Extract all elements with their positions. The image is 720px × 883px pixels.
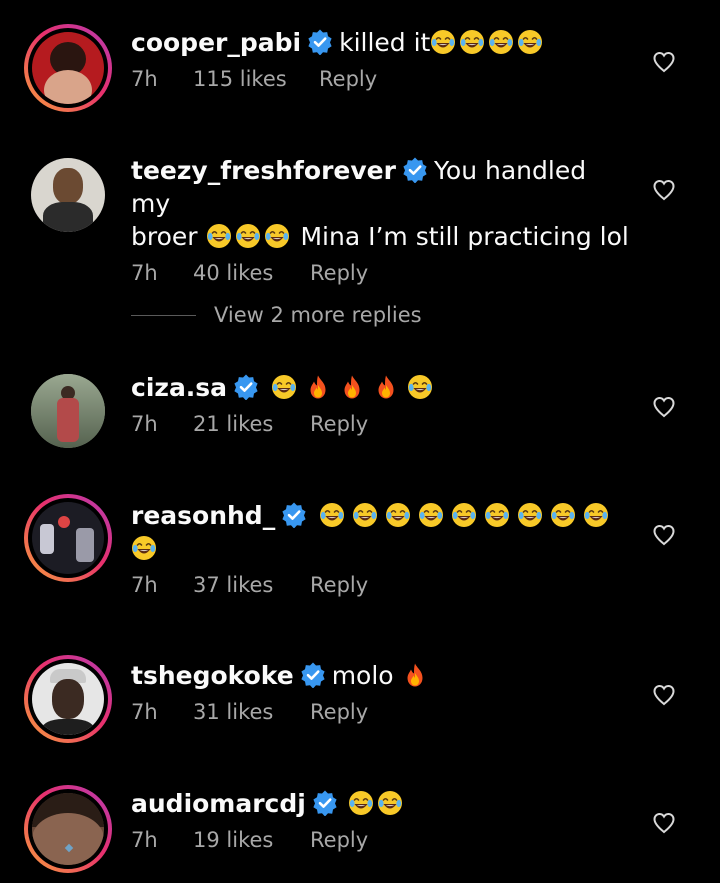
comment-meta: 7h 31 likes Reply	[131, 700, 631, 730]
face-tears-of-joy-emoji-icon	[407, 374, 433, 400]
face-tears-of-joy-emoji-icon	[319, 502, 345, 528]
comment-meta: 7h 19 likes Reply	[131, 828, 631, 858]
avatar-teezy-freshforever[interactable]	[31, 158, 105, 232]
face-tears-of-joy-emoji-icon	[131, 535, 157, 561]
reply-button[interactable]: Reply	[310, 700, 368, 724]
comment-text: tshegokoke molo	[131, 659, 631, 692]
reply-button[interactable]: Reply	[310, 261, 368, 285]
reply-button[interactable]: Reply	[310, 412, 368, 436]
avatar-audiomarcdj[interactable]	[24, 785, 112, 873]
comment-time: 7h	[131, 412, 158, 436]
comment-body-lead: broer	[131, 222, 198, 251]
comment-body-tail: Mina I’m still practicing lol	[300, 222, 629, 251]
comment-body: killed it	[339, 28, 431, 57]
verified-badge-icon	[300, 662, 326, 688]
avatar-tshegokoke[interactable]	[24, 655, 112, 743]
comment-text: reasonhd_	[131, 499, 631, 565]
likes-count[interactable]: 19 likes	[193, 828, 310, 852]
comment-time: 7h	[131, 67, 158, 91]
reply-button[interactable]: Reply	[310, 573, 368, 597]
likes-count[interactable]: 21 likes	[193, 412, 310, 436]
likes-count[interactable]: 115 likes	[193, 67, 319, 91]
verified-badge-icon	[402, 157, 428, 183]
reply-button[interactable]: Reply	[310, 828, 368, 852]
username-link[interactable]: ciza.sa	[131, 373, 227, 402]
face-tears-of-joy-emoji-icon	[377, 790, 403, 816]
username-link[interactable]: reasonhd_	[131, 501, 275, 530]
face-tears-of-joy-emoji-icon	[271, 374, 297, 400]
verified-badge-icon	[233, 374, 259, 400]
face-tears-of-joy-emoji-icon	[459, 29, 485, 55]
likes-count[interactable]: 37 likes	[193, 573, 310, 597]
face-tears-of-joy-emoji-icon	[484, 502, 510, 528]
face-tears-of-joy-emoji-icon	[451, 502, 477, 528]
comment-text: cooper_pabi killed it	[131, 26, 631, 59]
avatar-cooper-pabi[interactable]	[24, 24, 112, 112]
comment-meta: 7h 21 likes Reply	[131, 412, 631, 442]
username-link[interactable]: tshegokoke	[131, 661, 294, 690]
face-tears-of-joy-emoji-icon	[418, 502, 444, 528]
comment-text: ciza.sa	[131, 371, 631, 404]
like-heart-icon[interactable]	[652, 811, 676, 835]
face-tears-of-joy-emoji-icon	[235, 223, 261, 249]
comment-text: teezy_freshforever You handled my broer M…	[131, 154, 631, 253]
like-heart-icon[interactable]	[652, 395, 676, 419]
view-more-replies[interactable]: View 2 more replies	[131, 300, 422, 330]
face-tears-of-joy-emoji-icon	[517, 502, 543, 528]
like-heart-icon[interactable]	[652, 178, 676, 202]
divider	[131, 314, 196, 316]
reply-button[interactable]: Reply	[319, 67, 377, 91]
face-tears-of-joy-emoji-icon	[264, 223, 290, 249]
verified-badge-icon	[307, 29, 333, 55]
face-tears-of-joy-emoji-icon	[206, 223, 232, 249]
face-tears-of-joy-emoji-icon	[583, 502, 609, 528]
verified-badge-icon	[281, 502, 307, 528]
comment-meta: 7h 115 likes Reply	[131, 67, 631, 97]
face-tears-of-joy-emoji-icon	[430, 29, 456, 55]
face-tears-of-joy-emoji-icon	[352, 502, 378, 528]
face-tears-of-joy-emoji-icon	[385, 502, 411, 528]
comment-time: 7h	[131, 573, 158, 597]
like-heart-icon[interactable]	[652, 50, 676, 74]
fire-emoji-icon	[339, 374, 365, 400]
avatar-ciza-sa[interactable]	[31, 374, 105, 448]
fire-emoji-icon	[402, 662, 428, 688]
like-heart-icon[interactable]	[652, 683, 676, 707]
comment-text: audiomarcdj	[131, 787, 631, 820]
likes-count[interactable]: 31 likes	[193, 700, 310, 724]
username-link[interactable]: cooper_pabi	[131, 28, 301, 57]
face-tears-of-joy-emoji-icon	[488, 29, 514, 55]
face-tears-of-joy-emoji-icon	[517, 29, 543, 55]
face-tears-of-joy-emoji-icon	[550, 502, 576, 528]
like-heart-icon[interactable]	[652, 523, 676, 547]
username-link[interactable]: audiomarcdj	[131, 789, 306, 818]
comment-time: 7h	[131, 700, 158, 724]
view-more-replies-label: View 2 more replies	[214, 303, 422, 327]
comment-time: 7h	[131, 828, 158, 852]
face-tears-of-joy-emoji-icon	[348, 790, 374, 816]
avatar-reasonhd[interactable]	[24, 494, 112, 582]
comment-meta: 7h 37 likes Reply	[131, 573, 631, 603]
fire-emoji-icon	[305, 374, 331, 400]
comment-body: molo	[331, 661, 394, 690]
verified-badge-icon	[312, 790, 338, 816]
likes-count[interactable]: 40 likes	[193, 261, 310, 285]
fire-emoji-icon	[373, 374, 399, 400]
comment-time: 7h	[131, 261, 158, 285]
comment-meta: 7h 40 likes Reply	[131, 261, 631, 291]
username-link[interactable]: teezy_freshforever	[131, 156, 396, 185]
